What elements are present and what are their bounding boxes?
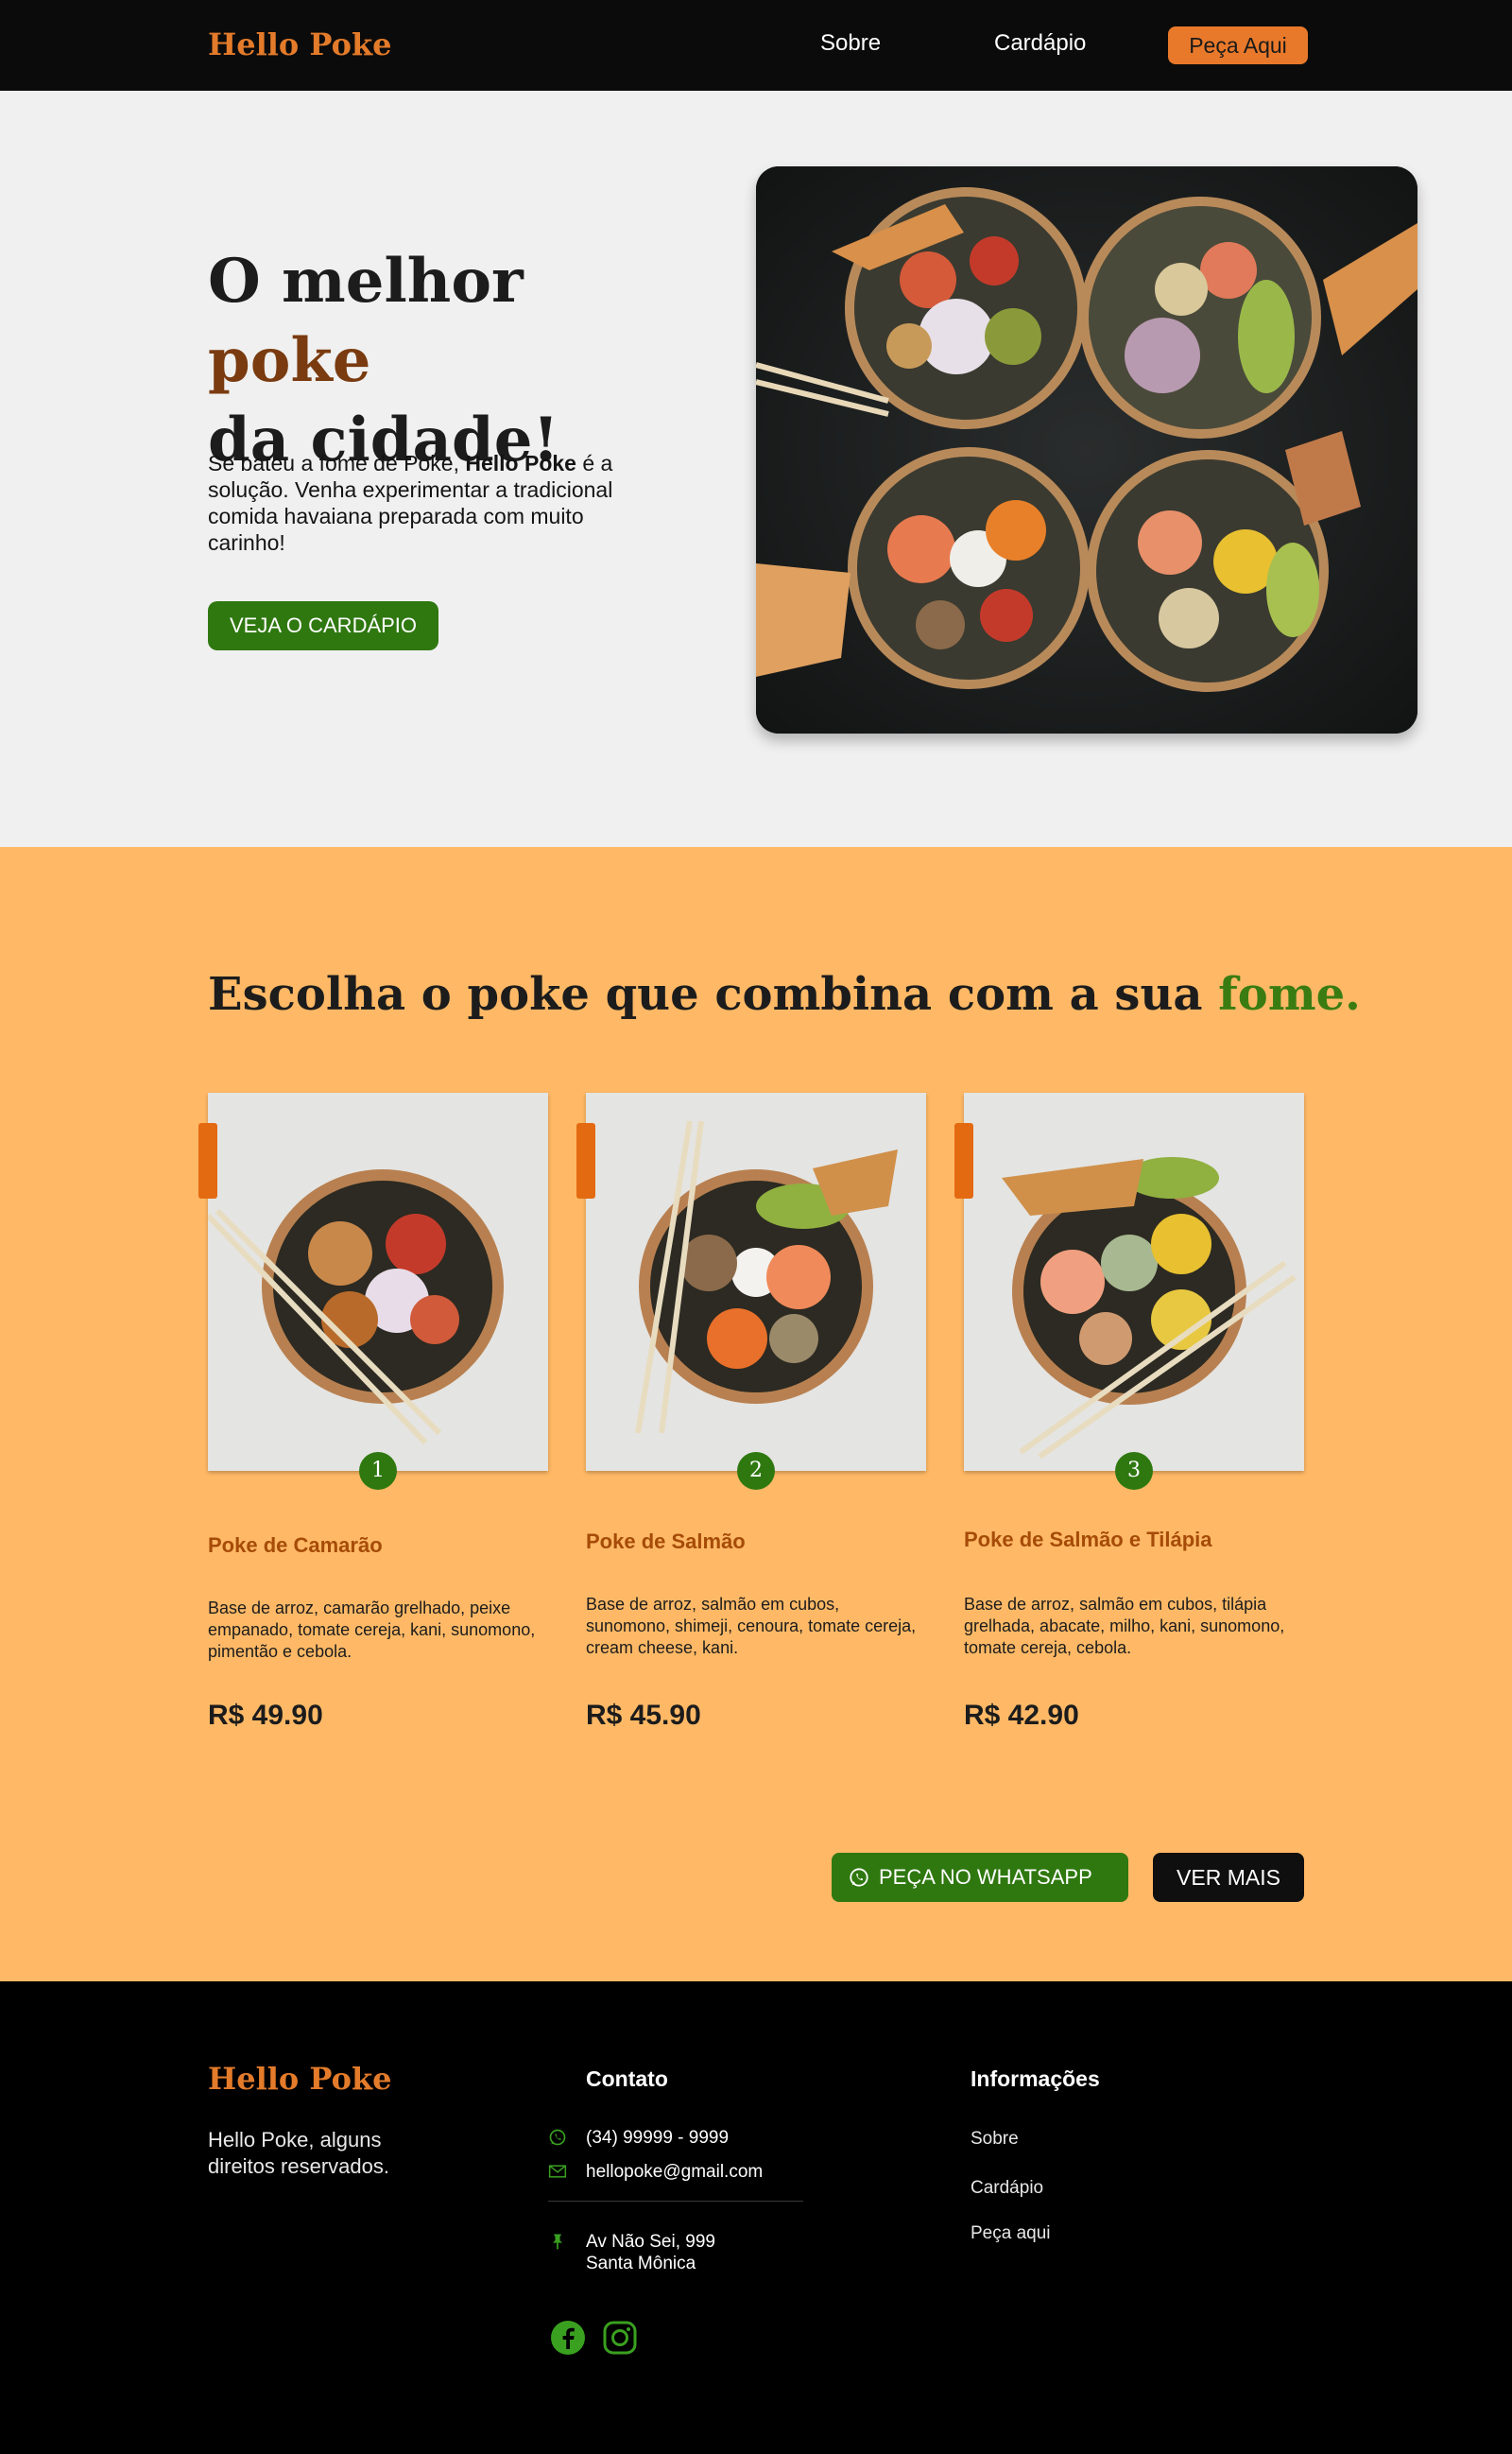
footer-info-title: Informações bbox=[971, 2066, 1100, 2091]
card-tab-marker bbox=[198, 1123, 217, 1199]
menu-title-accent: fome. bbox=[1218, 968, 1361, 1021]
footer-link-menu[interactable]: Cardápio bbox=[971, 2178, 1043, 2199]
nav-order-button[interactable]: Peça Aqui bbox=[1168, 26, 1308, 64]
footer-address-line2: Santa Mônica bbox=[586, 2254, 696, 2273]
site-footer: Hello Poke Hello Poke, alguns direitos r… bbox=[0, 1981, 1512, 2454]
hero-text-before: Se bateu a fome de Poke, bbox=[208, 451, 466, 475]
footer-link-about[interactable]: Sobre bbox=[971, 2129, 1019, 2150]
whatsapp-order-button[interactable]: PEÇA NO WHATSAPP bbox=[832, 1853, 1128, 1902]
instagram-icon[interactable] bbox=[602, 2320, 638, 2356]
poke-bowl-image bbox=[205, 1093, 548, 1471]
card-tab-marker bbox=[576, 1123, 595, 1199]
card-description: Base de arroz, salmão em cubos, tilápia … bbox=[964, 1595, 1285, 1657]
card-title: Poke de Salmão bbox=[586, 1529, 746, 1553]
see-menu-button[interactable]: VEJA O CARDÁPIO bbox=[208, 601, 438, 650]
card-title: Poke de Camarão bbox=[208, 1533, 383, 1557]
hero-description: Se bateu a fome de Poke, Hello Poke é a … bbox=[208, 450, 662, 556]
card-price: R$ 42.90 bbox=[964, 1700, 1079, 1731]
card-description: Base de arroz, camarão grelhado, peixe e… bbox=[208, 1599, 536, 1661]
card-price: R$ 49.90 bbox=[208, 1700, 323, 1731]
nav-link-menu[interactable]: Cardápio bbox=[994, 30, 1086, 57]
footer-address-line1: Av Não Sei, 999 bbox=[586, 2232, 715, 2252]
card-number-badge: 3 bbox=[1115, 1452, 1153, 1490]
hero-title: O melhor poke da cidade! bbox=[208, 242, 699, 480]
card-title: Poke de Salmão e Tilápia bbox=[964, 1528, 1212, 1551]
card-price: R$ 45.90 bbox=[586, 1700, 701, 1731]
hero-section: O melhor poke da cidade! Se bateu a fome… bbox=[0, 91, 1512, 847]
see-more-button[interactable]: VER MAIS bbox=[1153, 1853, 1304, 1902]
brand-logo[interactable]: Hello Poke bbox=[208, 26, 391, 62]
menu-section: Escolha o poke que combina com a sua fom… bbox=[0, 847, 1512, 1981]
hero-title-accent: poke bbox=[208, 325, 371, 396]
whatsapp-icon bbox=[850, 1868, 868, 1887]
footer-phone-text: (34) 99999 - 9999 bbox=[586, 2128, 730, 2148]
hero-poke-image bbox=[756, 166, 1418, 734]
card-tab-marker bbox=[954, 1123, 973, 1199]
footer-email-text: hellopoke@gmail.com bbox=[586, 2162, 764, 2182]
poke-bowl-image bbox=[586, 1093, 926, 1471]
footer-logo: Hello Poke bbox=[208, 2061, 392, 2097]
card-description: Base de arroz, salmão em cubos, sunomono… bbox=[586, 1595, 917, 1657]
footer-contact-title: Contato bbox=[586, 2066, 668, 2091]
menu-title-main: Escolha o poke que combina com a sua bbox=[208, 968, 1219, 1021]
hero-title-part1: O melhor bbox=[208, 246, 524, 317]
hero-text-bold: Hello Poke bbox=[465, 451, 576, 475]
card-number-badge: 1 bbox=[359, 1452, 397, 1490]
footer-rights: Hello Poke, alguns direitos reservados. bbox=[208, 2128, 389, 2178]
card-number-badge: 2 bbox=[737, 1452, 775, 1490]
menu-title: Escolha o poke que combina com a sua fom… bbox=[208, 968, 1361, 1021]
poke-bowl-image bbox=[964, 1093, 1304, 1471]
nav-link-about[interactable]: Sobre bbox=[820, 30, 881, 57]
pin-icon bbox=[553, 2234, 562, 2250]
footer-divider bbox=[548, 2201, 803, 2202]
mail-icon bbox=[548, 2165, 567, 2178]
whatsapp-button-label: PEÇA NO WHATSAPP bbox=[879, 1865, 1092, 1889]
facebook-icon[interactable] bbox=[550, 2320, 586, 2356]
site-header: Hello Poke Sobre Cardápio Peça Aqui bbox=[0, 0, 1512, 91]
whatsapp-icon bbox=[549, 2129, 566, 2146]
footer-link-order[interactable]: Peça aqui bbox=[971, 2223, 1051, 2244]
